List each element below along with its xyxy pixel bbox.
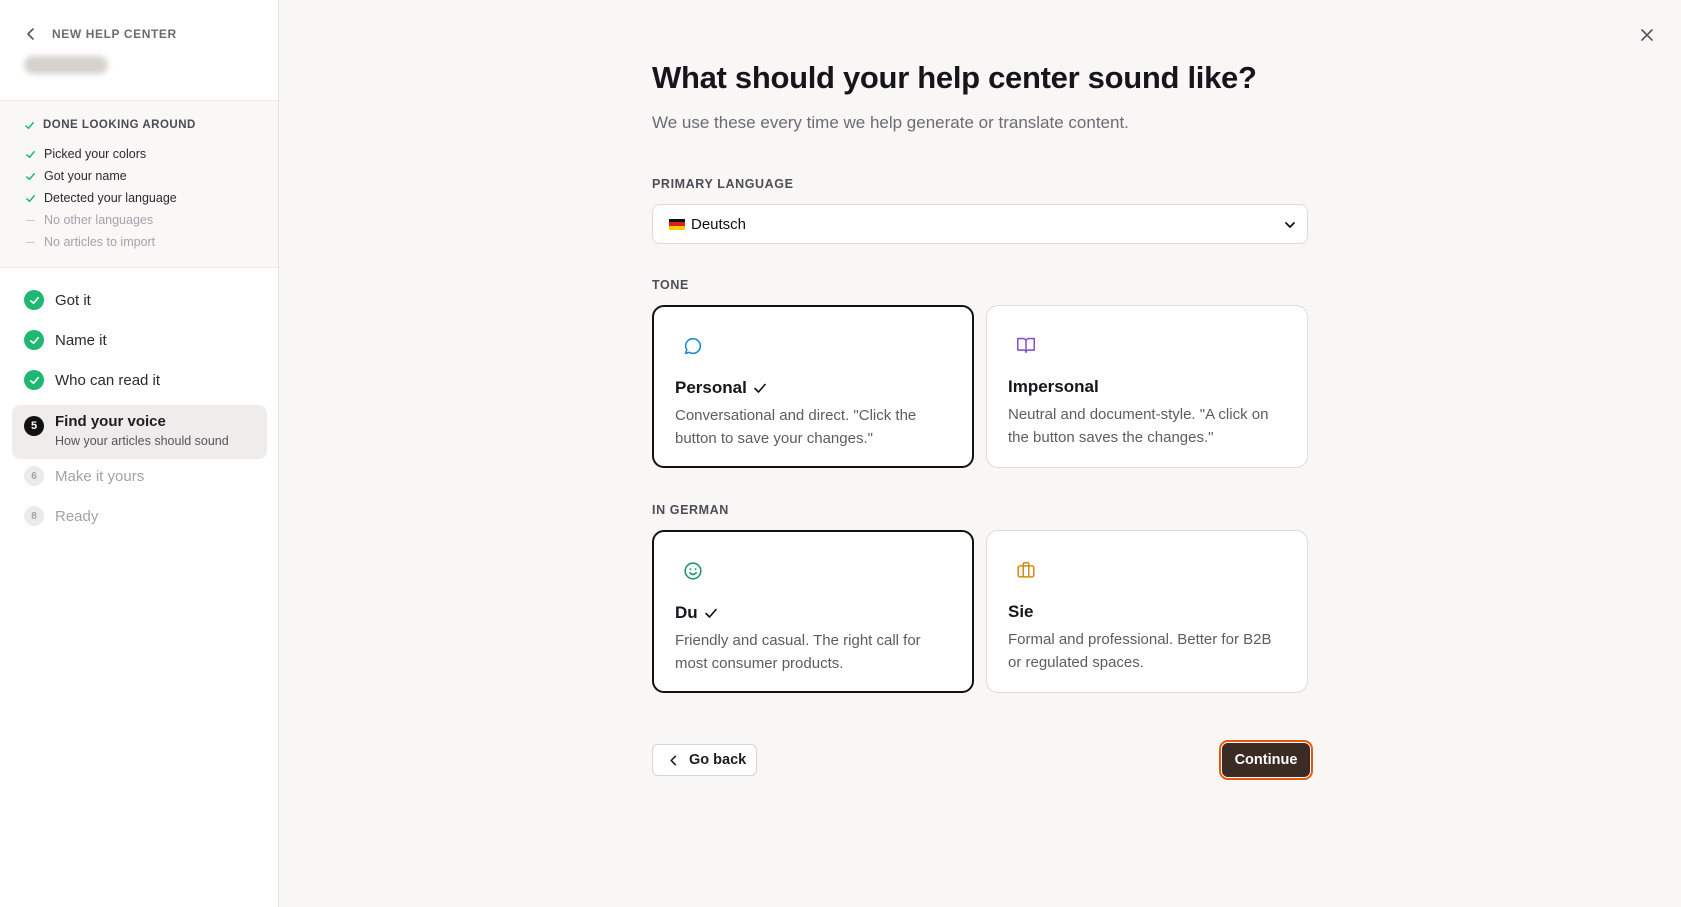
checklist-item: No other languages bbox=[24, 213, 153, 227]
step-label: Find your voice bbox=[55, 413, 166, 430]
tone-option-title: Impersonal bbox=[1008, 377, 1099, 396]
checklist-item: Picked your colors bbox=[24, 147, 146, 161]
setup-checklist: DONE LOOKING AROUND Picked your colors G… bbox=[0, 101, 278, 268]
address-option-description: Friendly and casual. The right call for … bbox=[675, 632, 921, 672]
address-option-title: Du bbox=[675, 603, 718, 623]
selected-language: Deutsch bbox=[691, 215, 747, 233]
checklist-item: Detected your language bbox=[24, 191, 177, 205]
chevron-left-icon bbox=[27, 28, 34, 40]
step-who-can-read-it[interactable]: Who can read it bbox=[12, 360, 267, 400]
continue-button[interactable]: Continue bbox=[1219, 740, 1313, 780]
close-button[interactable] bbox=[1636, 24, 1658, 46]
dash-icon bbox=[25, 241, 35, 243]
german-address-label: IN GERMAN bbox=[652, 503, 729, 517]
tone-option-title: Personal bbox=[675, 378, 767, 398]
go-back-button[interactable]: Go back bbox=[652, 744, 757, 776]
tone-option-description: Neutral and document-style. "A click on … bbox=[1008, 406, 1269, 446]
address-option-description: Formal and professional. Better for B2B … bbox=[1008, 631, 1272, 671]
step-name-it[interactable]: Name it bbox=[12, 320, 267, 360]
step-complete-icon bbox=[24, 330, 44, 350]
dash-icon bbox=[25, 219, 35, 221]
step-got-it[interactable]: Got it bbox=[12, 280, 267, 320]
step-number-badge: 6 bbox=[24, 466, 44, 486]
sidebar-header: NEW HELP CENTER bbox=[0, 0, 278, 101]
smiley-icon bbox=[684, 562, 702, 580]
check-icon bbox=[25, 150, 35, 158]
primary-language-select[interactable]: Deutsch bbox=[652, 204, 1308, 244]
step-make-it-yours: 6 Make it yours bbox=[12, 456, 267, 496]
checklist-item: No articles to import bbox=[24, 235, 155, 249]
address-option-title: Sie bbox=[1008, 602, 1034, 621]
checklist-title: DONE LOOKING AROUND bbox=[24, 119, 196, 131]
primary-language-label: PRIMARY LANGUAGE bbox=[652, 177, 794, 191]
step-find-your-voice[interactable]: 5 Find your voice How your articles shou… bbox=[12, 405, 267, 459]
check-icon bbox=[754, 383, 766, 393]
step-ready: 8 Ready bbox=[12, 496, 267, 536]
step-number-badge: 5 bbox=[24, 416, 44, 436]
check-icon bbox=[704, 608, 717, 618]
sidebar: NEW HELP CENTER DONE LOOKING AROUND Pick… bbox=[0, 0, 279, 907]
step-sublabel: How your articles should sound bbox=[55, 434, 229, 448]
page-subtitle: We use these every time we help generate… bbox=[652, 113, 1129, 132]
step-number-badge: 8 bbox=[24, 506, 44, 526]
chat-bubble-icon bbox=[684, 337, 702, 355]
chevron-down-icon bbox=[1285, 222, 1295, 228]
tone-option-description: Conversational and direct. "Click the bu… bbox=[675, 407, 917, 447]
back-to-help-centers-link[interactable]: NEW HELP CENTER bbox=[24, 27, 177, 41]
check-icon bbox=[25, 172, 35, 180]
briefcase-icon bbox=[1017, 561, 1035, 578]
step-complete-icon bbox=[24, 370, 44, 390]
step-complete-icon bbox=[24, 290, 44, 310]
tone-option-personal[interactable]: Personal Conversational and direct. "Cli… bbox=[652, 305, 974, 468]
redacted-help-center-name bbox=[24, 56, 108, 74]
back-label: NEW HELP CENTER bbox=[52, 27, 177, 41]
close-icon bbox=[1641, 29, 1653, 41]
check-icon bbox=[25, 121, 34, 129]
address-option-sie[interactable]: Sie Formal and professional. Better for … bbox=[986, 530, 1308, 693]
checklist-item: Got your name bbox=[24, 169, 127, 183]
tone-label: TONE bbox=[652, 278, 689, 292]
de-flag-icon bbox=[669, 218, 685, 230]
book-icon bbox=[1016, 337, 1036, 354]
tone-option-impersonal[interactable]: Impersonal Neutral and document-style. "… bbox=[986, 305, 1308, 468]
chevron-left-icon bbox=[670, 755, 677, 765]
address-option-du[interactable]: Du Friendly and casual. The right call f… bbox=[652, 530, 974, 693]
check-icon bbox=[25, 194, 35, 202]
page-title: What should your help center sound like? bbox=[652, 60, 1257, 95]
